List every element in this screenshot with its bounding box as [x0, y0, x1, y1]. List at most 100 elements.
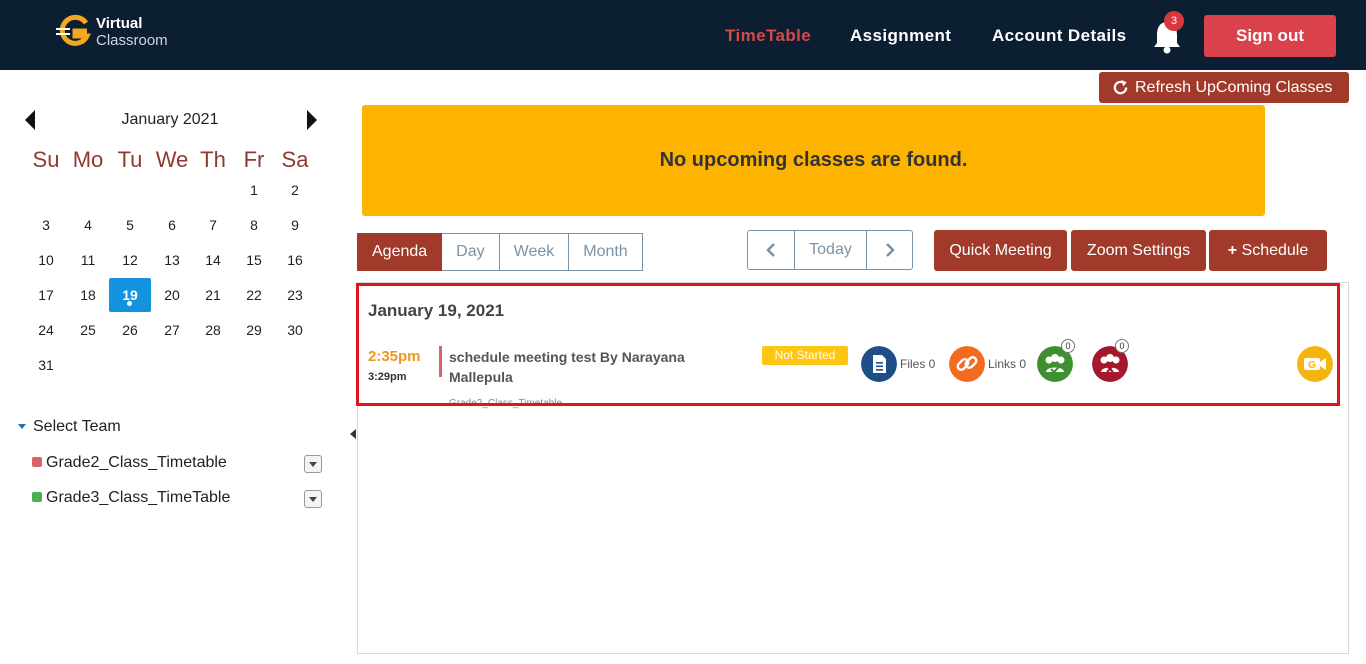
- select-team-toggle[interactable]: Select Team: [18, 418, 121, 436]
- calendar-day[interactable]: 23: [274, 278, 316, 312]
- calendar-day[interactable]: 9: [274, 208, 316, 242]
- calendar-day-number: 1: [250, 182, 258, 198]
- event-start-time: 2:35pm: [368, 348, 421, 365]
- svg-text:G: G: [1308, 360, 1316, 371]
- calendar-day[interactable]: 13: [151, 243, 193, 277]
- date-navigation: Today: [747, 230, 913, 270]
- collapse-sidebar-icon[interactable]: [350, 429, 356, 439]
- team-item[interactable]: Grade3_Class_TimeTable: [32, 489, 230, 507]
- calendar-day-number: 29: [246, 322, 262, 338]
- video-camera-icon[interactable]: G: [1297, 346, 1333, 382]
- calendar-day[interactable]: 3: [25, 208, 67, 242]
- event-title[interactable]: schedule meeting test By Narayana Mallep…: [449, 347, 749, 387]
- calendar-day[interactable]: 17: [25, 278, 67, 312]
- prev-period-button[interactable]: [748, 231, 794, 269]
- view-agenda-button[interactable]: Agenda: [357, 233, 443, 271]
- agenda-date-heading: January 19, 2021: [368, 301, 505, 320]
- today-button[interactable]: Today: [794, 231, 866, 269]
- plus-icon: +: [1227, 242, 1242, 259]
- calendar-day[interactable]: 25: [67, 313, 109, 347]
- calendar-next-month-icon[interactable]: [307, 110, 317, 130]
- sign-out-button[interactable]: Sign out: [1204, 15, 1336, 57]
- logo-text-virtual: Virtual: [96, 15, 143, 32]
- calendar-month-title: January 2021: [121, 111, 219, 128]
- top-navbar: Virtual Classroom TimeTable Assignment A…: [0, 0, 1366, 70]
- view-week-button[interactable]: Week: [499, 233, 570, 271]
- calendar-day-number: 6: [168, 217, 176, 233]
- calendar-day[interactable]: 28: [192, 313, 234, 347]
- event-color-bar: [439, 346, 442, 377]
- chevron-left-icon: [766, 243, 775, 257]
- calendar-day[interactable]: 21: [192, 278, 234, 312]
- calendar-day[interactable]: 30: [274, 313, 316, 347]
- event-dot-icon: [127, 301, 132, 306]
- calendar-day-number: 13: [164, 252, 180, 268]
- view-month-button[interactable]: Month: [569, 233, 643, 271]
- calendar-day[interactable]: 29: [233, 313, 275, 347]
- calendar-day-number: 7: [209, 217, 217, 233]
- calendar-day-number: 8: [250, 217, 258, 233]
- calendar-day[interactable]: 4: [67, 208, 109, 242]
- calendar-day-number: 15: [246, 252, 262, 268]
- caret-down-icon: [18, 424, 26, 430]
- calendar-day[interactable]: 12: [109, 243, 151, 277]
- calendar-day[interactable]: 8: [233, 208, 275, 242]
- weekday-header: Th: [200, 147, 226, 172]
- no-upcoming-banner: No upcoming classes are found.: [362, 105, 1265, 216]
- calendar-day[interactable]: 16: [274, 243, 316, 277]
- nav-timetable[interactable]: TimeTable: [725, 26, 811, 46]
- event-end-time: 3:29pm: [368, 371, 407, 383]
- calendar-day[interactable]: 10: [25, 243, 67, 277]
- calendar-day[interactable]: 24: [25, 313, 67, 347]
- calendar-day-number: 5: [126, 217, 134, 233]
- link-icon[interactable]: [949, 346, 985, 382]
- view-day-button[interactable]: Day: [442, 233, 500, 271]
- calendar-day[interactable]: 20: [151, 278, 193, 312]
- calendar-day[interactable]: 22: [233, 278, 275, 312]
- calendar-day-selected[interactable]: 19: [109, 278, 151, 312]
- event-status-badge: Not Started: [762, 346, 848, 365]
- calendar-day[interactable]: 5: [109, 208, 151, 242]
- calendar-day-number: 25: [80, 322, 96, 338]
- calendar-day-number: 21: [205, 287, 221, 303]
- calendar-day-number: 16: [287, 252, 303, 268]
- weekday-header: Sa: [281, 147, 309, 172]
- quick-meeting-button[interactable]: Quick Meeting: [934, 230, 1067, 271]
- calendar-prev-month-icon[interactable]: [25, 110, 35, 130]
- next-period-button[interactable]: [866, 231, 912, 269]
- calendar-day-number: 18: [80, 287, 96, 303]
- weekday-header: Tu: [117, 147, 143, 172]
- select-team-label: Select Team: [33, 418, 121, 435]
- calendar-day-number: 22: [246, 287, 262, 303]
- calendar-day[interactable]: 27: [151, 313, 193, 347]
- zoom-settings-button[interactable]: Zoom Settings: [1071, 230, 1206, 271]
- calendar-day-number: 11: [80, 252, 96, 268]
- calendar-day[interactable]: 18: [67, 278, 109, 312]
- calendar-day[interactable]: 14: [192, 243, 234, 277]
- files-count-label: Files 0: [900, 357, 936, 371]
- calendar-day-number: 30: [287, 322, 303, 338]
- weekday-header: We: [155, 147, 189, 172]
- team-dropdown-button[interactable]: [304, 490, 322, 508]
- calendar-day-number: 4: [84, 217, 92, 233]
- nav-assignment[interactable]: Assignment: [850, 26, 951, 46]
- team-color-swatch: [32, 492, 42, 502]
- calendar-day[interactable]: 11: [67, 243, 109, 277]
- team-dropdown-button[interactable]: [304, 455, 322, 473]
- app-logo[interactable]: Virtual Classroom: [56, 14, 186, 54]
- calendar-day-number: 31: [38, 357, 54, 373]
- schedule-label: Schedule: [1241, 242, 1309, 259]
- schedule-button[interactable]: + Schedule: [1209, 230, 1327, 271]
- calendar-day[interactable]: 7: [192, 208, 234, 242]
- view-switcher: Agenda Day Week Month: [357, 233, 643, 271]
- calendar-day[interactable]: 15: [233, 243, 275, 277]
- calendar-day[interactable]: 31: [25, 348, 67, 382]
- nav-account-details[interactable]: Account Details: [992, 26, 1126, 46]
- files-icon[interactable]: [861, 346, 897, 382]
- calendar-day[interactable]: 6: [151, 208, 193, 242]
- calendar-day[interactable]: 1: [233, 173, 275, 207]
- calendar-day[interactable]: 2: [274, 173, 316, 207]
- team-item[interactable]: Grade2_Class_Timetable: [32, 454, 227, 472]
- calendar-day[interactable]: 26: [109, 313, 151, 347]
- refresh-upcoming-button[interactable]: Refresh UpComing Classes: [1099, 72, 1349, 103]
